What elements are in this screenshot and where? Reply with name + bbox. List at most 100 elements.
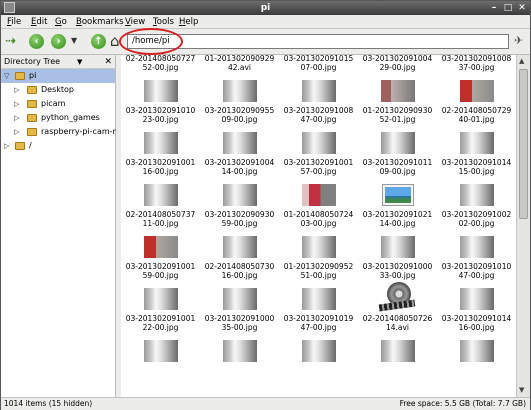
file-name-line1: 03-201302091008 <box>441 55 512 63</box>
file-item[interactable] <box>121 340 200 366</box>
file-name-line1: 01-201302090952 <box>283 262 354 271</box>
vertical-scrollbar[interactable]: ▲ ▼ <box>516 55 530 397</box>
folder-icon <box>15 142 25 150</box>
file-item[interactable]: 03-201302091008 37-00.jpg <box>437 55 516 72</box>
file-item[interactable]: 02-201408050726 14.avi <box>358 282 437 332</box>
file-item[interactable]: 02-201408050729 40-01.jpg <box>437 80 516 124</box>
tree-item-picam[interactable]: ▷ picam <box>1 97 115 111</box>
file-item[interactable]: 03-201302091008 47-00.jpg <box>279 80 358 124</box>
window-title: pi <box>260 3 271 13</box>
tree-item-root[interactable]: ▷ / <box>1 139 115 153</box>
file-item[interactable]: 03-201302091002 02-00.jpg <box>437 184 516 228</box>
menu-bookmarks[interactable]: Bookmarks <box>76 16 124 28</box>
file-name: 03-201302091010 47-00.jpg <box>437 262 516 280</box>
minimize-icon[interactable]: – <box>489 3 499 13</box>
menu-view[interactable]: View <box>125 16 145 28</box>
pane-select-icon[interactable]: ▼ <box>77 55 82 69</box>
pane-header[interactable]: Directory Tree ▼ ✕ <box>1 55 115 69</box>
collapsed-arrow-icon[interactable]: ▷ <box>14 111 19 125</box>
new-tab-icon[interactable]: ⇢ <box>5 34 16 49</box>
maximize-icon[interactable]: □ <box>503 3 513 13</box>
file-item[interactable]: 03-201302091004 14-00.jpg <box>200 132 279 176</box>
file-item[interactable]: 03-201302090955 09-00.jpg <box>200 80 279 124</box>
file-item[interactable]: 03-201302091000 35-00.jpg <box>200 288 279 332</box>
file-name-line1: 03-201302091001 <box>283 158 354 167</box>
image-thumbnail <box>301 132 336 154</box>
file-name-line1: 02-201408050729 <box>441 106 512 115</box>
file-item[interactable]: 03-201302091010 47-00.jpg <box>437 236 516 280</box>
tree-label: python_games <box>41 113 100 122</box>
menu-go[interactable]: Go <box>55 16 67 28</box>
menu-help[interactable]: Help <box>179 16 198 28</box>
pane-close-icon[interactable]: ✕ <box>104 55 112 69</box>
file-name-line1: 03-201302091000 <box>362 262 433 271</box>
tree-item-raspberry-pi-cam[interactable]: ▷ raspberry-pi-cam-m <box>1 125 120 139</box>
file-name: 03-201302090930 59-00.jpg <box>200 210 279 228</box>
collapsed-arrow-icon[interactable]: ▷ <box>14 125 19 139</box>
file-item[interactable]: 03-201302091021 14-00.jpg <box>358 184 437 228</box>
close-icon[interactable]: ✕ <box>517 3 527 13</box>
file-item[interactable]: 03-201302091019 47-00.jpg <box>279 288 358 332</box>
expanded-arrow-icon[interactable]: ▽ <box>4 69 9 83</box>
status-bar: 1014 items (15 hidden) Free space: 5.5 G… <box>1 397 530 410</box>
tree-label: pi <box>29 71 37 80</box>
tree-item-desktop[interactable]: ▷ Desktop <box>1 83 115 97</box>
file-item[interactable]: 01-201302090952 51-00.jpg <box>279 236 358 280</box>
file-item[interactable]: 03-201302090930 59-00.jpg <box>200 184 279 228</box>
file-item[interactable] <box>279 340 358 366</box>
file-item[interactable]: 01-201302090930 52-01.jpg <box>358 80 437 124</box>
file-item[interactable]: 03-201302091014 15-00.jpg <box>437 132 516 176</box>
file-name: 02-201408050729 40-01.jpg <box>437 106 516 124</box>
file-item[interactable] <box>437 340 516 366</box>
image-thumbnail <box>459 288 494 310</box>
history-dropdown-icon[interactable]: ▼ <box>71 36 77 45</box>
file-item[interactable]: 03-201302091001 16-00.jpg <box>121 132 200 176</box>
image-thumbnail <box>301 288 336 310</box>
back-icon[interactable]: ‹ <box>29 34 44 49</box>
file-item[interactable]: 03-201302091001 59-00.jpg <box>121 236 200 280</box>
file-item[interactable]: 03-201302091004 29-00.jpg <box>358 55 437 72</box>
file-item[interactable]: 01-201302090929 42.avi <box>200 55 279 72</box>
file-item[interactable]: 02-201408050737 11-00.jpg <box>121 184 200 228</box>
file-item[interactable]: 03-201302091000 33-00.jpg <box>358 236 437 280</box>
file-name: 03-201302091004 14-00.jpg <box>200 158 279 176</box>
file-name: 02-201408050727 52-00.jpg <box>121 55 200 72</box>
file-item[interactable]: 03-201302091001 57-00.jpg <box>279 132 358 176</box>
file-name-line2: 35-00.jpg <box>221 323 258 332</box>
forward-icon[interactable]: › <box>51 34 66 49</box>
tree-label: picam <box>41 99 66 108</box>
file-name-line2: 02-00.jpg <box>458 219 495 228</box>
file-item[interactable]: 01-201408050724 03-00.jpg <box>279 184 358 228</box>
menu-file[interactable]: File <box>7 16 21 28</box>
go-icon[interactable]: ✈ <box>514 34 523 47</box>
file-item[interactable] <box>200 340 279 366</box>
file-item[interactable] <box>358 340 437 366</box>
scroll-up-icon[interactable]: ▲ <box>519 57 524 65</box>
collapsed-arrow-icon[interactable]: ▷ <box>14 97 19 111</box>
menu-edit[interactable]: Edit <box>31 16 47 28</box>
window-menu-icon[interactable] <box>4 2 15 13</box>
collapsed-arrow-icon[interactable]: ▷ <box>14 83 19 97</box>
file-item[interactable]: 03-201302091015 07-00.jpg <box>279 55 358 72</box>
file-name-line2: 16-00.jpg <box>458 323 495 332</box>
tree-item-pi[interactable]: ▽ pi <box>1 69 115 83</box>
up-icon[interactable]: ↑ <box>91 34 106 49</box>
collapsed-arrow-icon[interactable]: ▷ <box>4 139 9 153</box>
scroll-down-icon[interactable]: ▼ <box>519 386 524 394</box>
scrollbar-thumb[interactable] <box>519 69 528 219</box>
image-thumbnail <box>222 236 257 258</box>
file-item[interactable]: 03-201302091001 22-00.jpg <box>121 288 200 332</box>
image-thumbnail <box>459 340 494 362</box>
file-item[interactable]: 03-201302091011 09-00.jpg <box>358 132 437 176</box>
path-input[interactable]: /home/pi <box>127 34 509 49</box>
file-item[interactable]: 03-201302091010 23-00.jpg <box>121 80 200 124</box>
file-item[interactable]: 02-201408050727 52-00.jpg <box>121 55 200 72</box>
file-name-line2: 47-00.jpg <box>300 323 337 332</box>
file-item[interactable]: 03-201302091014 16-00.jpg <box>437 288 516 332</box>
menu-tools[interactable]: Tools <box>153 16 174 28</box>
title-bar[interactable]: pi – □ ✕ <box>1 1 530 15</box>
file-name-line2: 47-00.jpg <box>300 115 337 124</box>
file-name: 01-201302090952 51-00.jpg <box>279 262 358 280</box>
tree-item-python-games[interactable]: ▷ python_games <box>1 111 115 125</box>
file-item[interactable]: 02-201408050730 16-00.jpg <box>200 236 279 280</box>
